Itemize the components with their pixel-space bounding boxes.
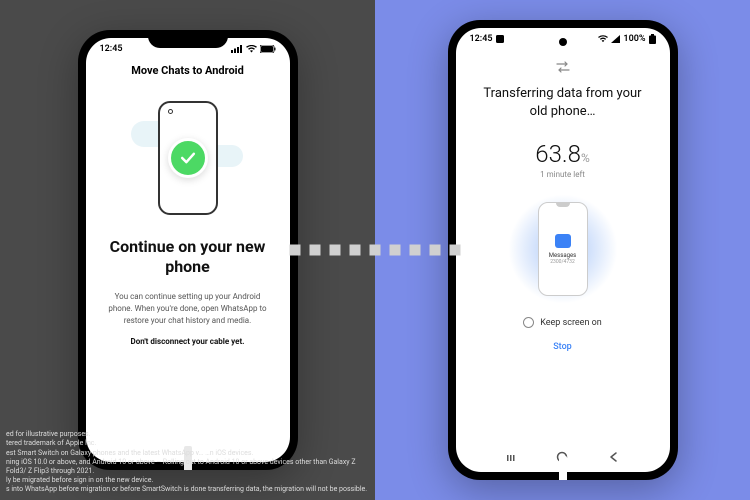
transfer-visual: Messages 2300/4732 [503, 189, 623, 309]
iphone-screen: 12:45 Move Chats to Android [86, 38, 290, 462]
checkmark-icon [168, 138, 208, 178]
time-remaining: 1 minute left [540, 170, 585, 179]
page-title: Move Chats to Android [131, 64, 244, 77]
nav-back-button[interactable] [607, 449, 621, 468]
transfer-dots [290, 245, 461, 256]
illustration-camera [168, 109, 173, 114]
battery-text: 100% [623, 34, 645, 44]
warning-text: Don't disconnect your cable yet. [131, 337, 245, 346]
main-heading: Continue on your new phone [104, 237, 272, 277]
disclaimer-text: ed for illustrative purposes. tered trad… [6, 430, 376, 494]
status-time: 12:45 [100, 44, 123, 54]
status-time: 12:45 [470, 34, 493, 44]
keep-screen-option[interactable]: Keep screen on [523, 317, 602, 328]
radio-icon[interactable] [523, 317, 534, 328]
progress-percent: 63.8% [535, 140, 589, 168]
signal-icon [611, 35, 620, 43]
right-content: Transferring data from your old phone… 6… [456, 46, 670, 443]
battery-icon [260, 45, 276, 53]
transfer-icon [555, 58, 571, 77]
android-frame: 12:45 100% Transferring data from your o… [448, 20, 678, 480]
transfer-title: Transferring data from your old phone… [474, 85, 652, 120]
messages-icon [555, 234, 571, 248]
left-content: Move Chats to Android Continue on your n… [86, 56, 290, 462]
signal-icon [231, 45, 243, 53]
wifi-icon [246, 45, 257, 53]
mini-phone-illustration: Messages 2300/4732 [538, 202, 588, 296]
android-screen: 12:45 100% Transferring data from your o… [456, 28, 670, 472]
iphone-frame: 12:45 Move Chats to Android [78, 30, 298, 470]
status-icons [231, 45, 276, 53]
wifi-icon [598, 35, 608, 43]
keep-screen-label: Keep screen on [540, 318, 602, 328]
item-label: Messages [549, 252, 577, 259]
body-text: You can continue setting up your Android… [104, 291, 272, 327]
phone-illustration [145, 93, 231, 223]
notification-icon [496, 35, 504, 43]
cable [559, 456, 567, 480]
battery-icon [649, 34, 656, 44]
item-count: 2300/4732 [550, 259, 575, 265]
punch-hole [559, 38, 567, 46]
stop-button[interactable]: Stop [553, 336, 572, 358]
nav-recent-button[interactable] [504, 449, 518, 468]
notch [148, 30, 228, 48]
